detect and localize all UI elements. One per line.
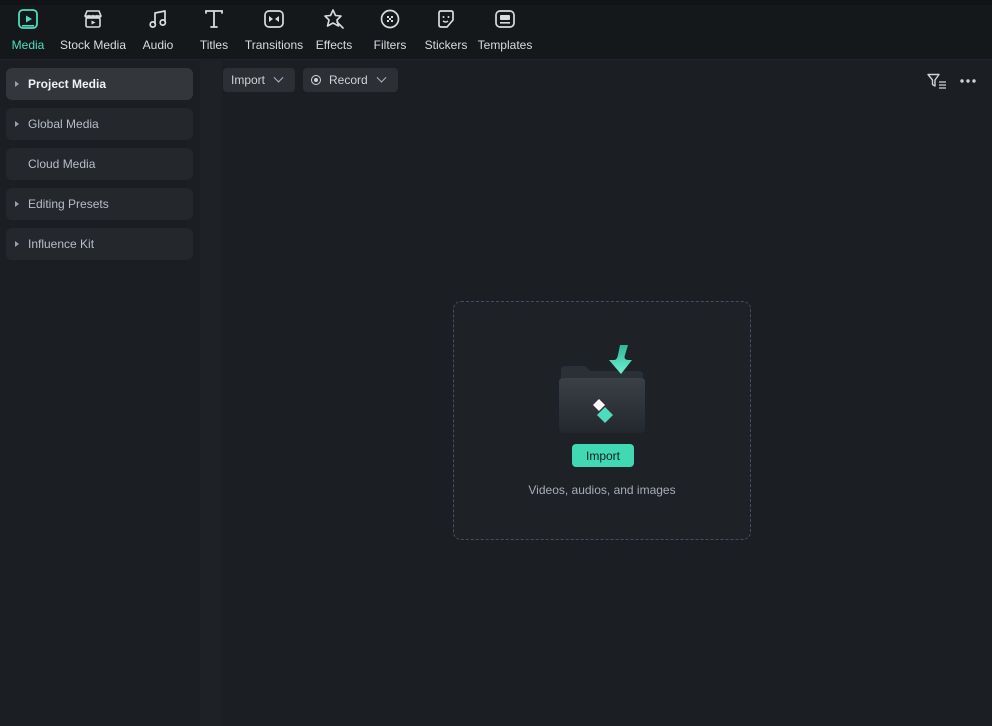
tab-audio-label: Audio — [142, 38, 174, 52]
sidebar-item-label: Cloud Media — [28, 157, 96, 171]
tab-media-label: Media — [11, 38, 45, 52]
media-icon — [17, 8, 39, 30]
filter-sort-button[interactable] — [926, 71, 948, 91]
titles-icon — [203, 8, 225, 30]
sidebar-item-label: Global Media — [28, 117, 99, 131]
sidebar-item-influence-kit[interactable]: Influence Kit — [6, 228, 193, 260]
tab-templates[interactable]: Templates — [477, 8, 533, 56]
import-dropdown-label: Import — [231, 73, 266, 87]
effects-icon — [323, 8, 345, 30]
expand-arrow-icon[interactable] — [6, 241, 28, 247]
chevron-down-icon — [376, 72, 387, 83]
transitions-icon — [263, 8, 285, 30]
tab-templates-label: Templates — [477, 38, 533, 52]
sidebar-item-project-media[interactable]: Project Media — [6, 68, 193, 100]
dropzone-hint: Videos, audios, and images — [528, 483, 676, 497]
import-button[interactable]: Import — [572, 444, 634, 467]
expand-arrow-icon[interactable] — [6, 201, 28, 207]
stickers-icon — [435, 8, 457, 30]
filter-icon — [927, 73, 946, 89]
chevron-down-icon — [273, 72, 284, 83]
tab-effects-label: Effects — [315, 38, 353, 52]
stock-media-icon — [82, 8, 104, 30]
more-options-button[interactable] — [957, 71, 979, 91]
sidebar-item-global-media[interactable]: Global Media — [6, 108, 193, 140]
more-icon — [960, 79, 976, 83]
tab-transitions-label: Transitions — [244, 38, 304, 52]
import-dropzone[interactable]: Import Videos, audios, and images — [453, 301, 751, 540]
panel-divider[interactable] — [200, 61, 222, 726]
tab-stock-media-label: Stock Media — [59, 38, 127, 52]
record-icon — [311, 75, 321, 85]
tab-filters-label: Filters — [373, 38, 407, 52]
title-strip — [0, 0, 992, 5]
sidebar-item-editing-presets[interactable]: Editing Presets — [6, 188, 193, 220]
tab-stickers-label: Stickers — [424, 38, 468, 52]
top-toolbar: Media Stock Media Audio Titles Transitio… — [0, 0, 992, 60]
tab-transitions[interactable]: Transitions — [245, 8, 303, 56]
tab-stock-media[interactable]: Stock Media — [60, 8, 126, 56]
tab-media[interactable]: Media — [10, 8, 46, 56]
media-sidebar: Project Media Global Media Cloud Media E… — [0, 61, 200, 726]
sidebar-item-label: Project Media — [28, 77, 107, 91]
filters-icon — [379, 8, 401, 30]
tab-audio[interactable]: Audio — [140, 8, 176, 56]
import-dropdown[interactable]: Import — [223, 68, 295, 92]
audio-icon — [147, 8, 169, 30]
expand-arrow-icon[interactable] — [6, 81, 28, 87]
tab-filters[interactable]: Filters — [372, 8, 408, 56]
tab-titles-label: Titles — [199, 38, 229, 52]
record-dropdown[interactable]: Record — [303, 68, 398, 92]
expand-arrow-icon[interactable] — [6, 121, 28, 127]
templates-icon — [494, 8, 516, 30]
folder-import-icon — [559, 345, 645, 433]
media-library-panel: Import Record Import Videos, audios, and… — [222, 61, 992, 726]
tab-stickers[interactable]: Stickers — [424, 8, 468, 56]
sidebar-item-cloud-media[interactable]: Cloud Media — [6, 148, 193, 180]
tab-titles[interactable]: Titles — [198, 8, 230, 56]
tab-effects[interactable]: Effects — [314, 8, 354, 56]
sidebar-item-label: Influence Kit — [28, 237, 95, 251]
sidebar-item-label: Editing Presets — [28, 197, 109, 211]
record-dropdown-label: Record — [329, 73, 368, 87]
